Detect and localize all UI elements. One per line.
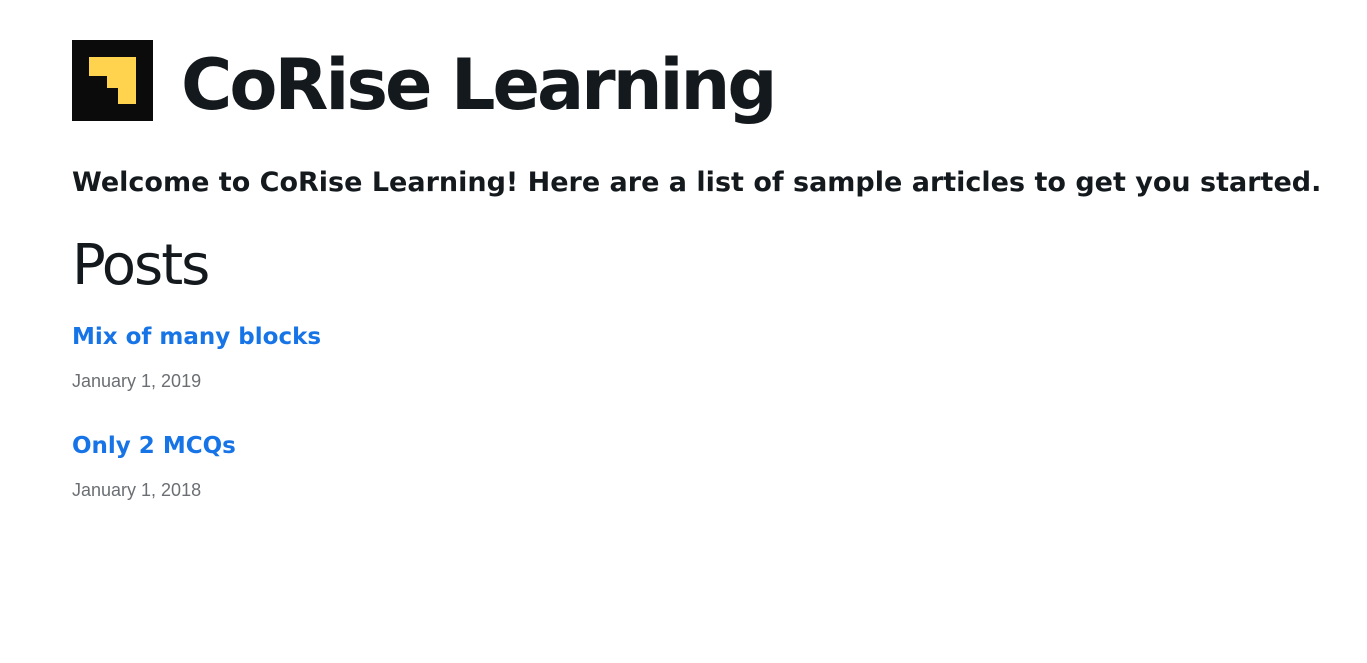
post-list: Mix of many blocks January 1, 2019 Only …: [72, 323, 1367, 502]
post-date: January 1, 2018: [72, 480, 202, 501]
logo-mark: [72, 40, 153, 121]
post-date: January 1, 2019: [72, 370, 202, 391]
site-title[interactable]: CoRise Learning: [181, 50, 777, 120]
page: CoRise Learning Welcome to CoRise Learni…: [0, 0, 1367, 502]
welcome-message: Welcome to CoRise Learning! Here are a l…: [72, 167, 1322, 198]
post-title-link[interactable]: Only 2 MCQs: [72, 432, 236, 462]
post-title-link[interactable]: Mix of many blocks: [72, 323, 321, 353]
posts-heading: Posts: [72, 233, 210, 299]
site-header: CoRise Learning: [72, 40, 1367, 121]
corise-logo-icon[interactable]: [72, 40, 153, 121]
post-item: Only 2 MCQs January 1, 2018: [72, 432, 1367, 501]
post-item: Mix of many blocks January 1, 2019: [72, 323, 1367, 392]
